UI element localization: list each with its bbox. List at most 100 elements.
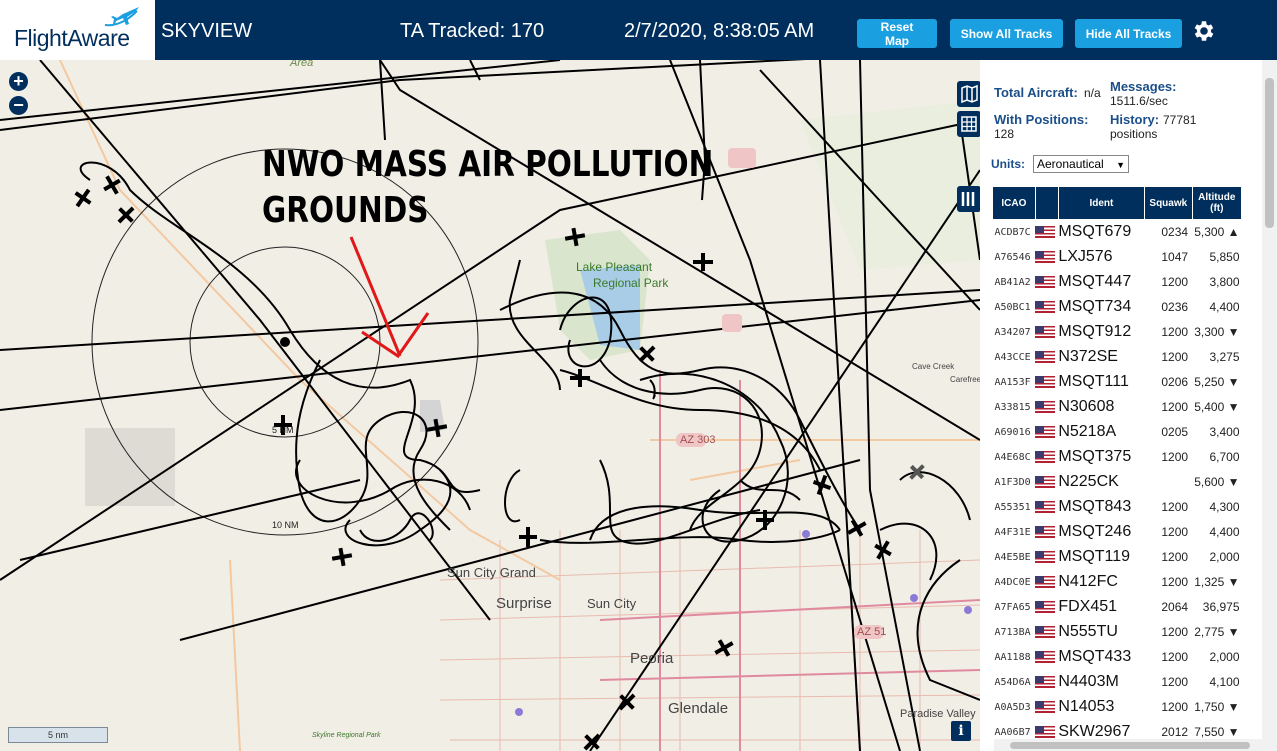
paradise-valley-label: Paradise Valley (900, 708, 976, 720)
grid-icon[interactable] (957, 111, 980, 137)
squawk-cell: 0206 (1144, 369, 1193, 395)
ident-cell: LXJ576 (1058, 244, 1145, 270)
ident-cell: N372SE (1058, 344, 1145, 370)
flag-icon (1035, 344, 1059, 370)
ident-cell: FDX451 (1058, 594, 1145, 620)
altitude-cell: 4,100 (1192, 669, 1242, 695)
altitude-cell: 5,400 ▼ (1192, 394, 1242, 420)
squawk-cell: 1200 (1144, 269, 1193, 295)
vertical-scrollbar[interactable] (1262, 60, 1277, 751)
col-squawk[interactable]: Squawk (1144, 186, 1193, 220)
table-row[interactable]: A4F31E MSQT246 1200 4,400 (992, 519, 1242, 545)
altitude-cell: 4,400 (1192, 294, 1242, 320)
surprise-label: Surprise (496, 595, 552, 612)
park-label: Regional Park (593, 276, 669, 290)
icao-cell: A55351 (992, 494, 1036, 520)
total-aircraft-label: Total Aircraft: (994, 85, 1078, 100)
table-row[interactable]: A1F3D0 N225CK 5,600 ▼ (992, 469, 1242, 495)
scroll-thumb[interactable] (1265, 78, 1274, 228)
table-row[interactable]: ACDB7C MSQT679 0234 5,300 ▲ (992, 219, 1242, 245)
squawk-cell: 1200 (1144, 644, 1193, 670)
icao-cell: AA1188 (992, 644, 1036, 670)
table-header-row: ICAO Ident Squawk Altitude (ft) (992, 186, 1243, 220)
scale-bar: 5 nm (8, 727, 108, 743)
col-ident[interactable]: Ident (1057, 186, 1146, 220)
lake-label: Lake Pleasant (576, 260, 653, 274)
az303-label: AZ 303 (680, 434, 716, 446)
table-row[interactable]: A0A5D3 N14053 1200 1,750 ▼ (992, 694, 1242, 720)
flag-icon (1035, 569, 1059, 595)
hscroll-thumb[interactable] (1010, 742, 1250, 749)
altitude-cell: 3,800 (1192, 269, 1242, 295)
zoom-out-button[interactable]: − (9, 96, 28, 115)
altitude-cell: 3,400 (1192, 419, 1242, 445)
reset-map-button[interactable]: Reset Map (857, 19, 937, 48)
altitude-cell: 6,700 (1192, 444, 1242, 470)
col-altitude[interactable]: Altitude (ft) (1191, 186, 1243, 220)
icao-cell: A33815 (992, 394, 1036, 420)
ident-cell: N30608 (1058, 394, 1145, 420)
table-row[interactable]: A713BA N555TU 1200 2,775 ▼ (992, 619, 1242, 645)
horizontal-scrollbar[interactable] (994, 739, 1262, 751)
hide-all-tracks-button[interactable]: Hide All Tracks (1075, 19, 1182, 48)
squawk-cell: 1200 (1144, 619, 1193, 645)
table-row[interactable]: A4E5BE MSQT119 1200 2,000 (992, 544, 1242, 570)
table-row[interactable]: A69016 N5218A 0205 3,400 (992, 419, 1242, 445)
ring-10nm-label: 10 NM (272, 520, 299, 530)
altitude-cell: 5,300 ▲ (1192, 219, 1242, 245)
units-label: Units: (991, 157, 1025, 171)
flag-icon (1035, 494, 1059, 520)
glendale-label: Glendale (668, 700, 729, 717)
table-row[interactable]: A33815 N30608 1200 5,400 ▼ (992, 394, 1242, 420)
carefree-label: Carefree (950, 375, 980, 384)
with-positions-value: 128 (994, 127, 1015, 141)
history-value: 77781 (1163, 113, 1197, 127)
ident-cell: N412FC (1058, 569, 1145, 595)
flag-icon (1035, 269, 1059, 295)
skyline-label: Skyline Regional Park (312, 732, 381, 739)
ident-cell: N14053 (1058, 694, 1145, 720)
table-row[interactable]: A43CCE N372SE 1200 3,275 (992, 344, 1242, 370)
icao-cell: A69016 (992, 419, 1036, 445)
flightaware-logo[interactable]: FlightAware (0, 0, 155, 60)
squawk-cell: 1200 (1144, 444, 1193, 470)
zoom-in-button[interactable]: + (9, 72, 28, 91)
cave-creek-label: Cave Creek (912, 362, 955, 371)
squawk-cell: 1200 (1144, 394, 1193, 420)
icao-cell: ACDB7C (992, 219, 1036, 245)
flag-icon (1035, 294, 1059, 320)
info-icon[interactable]: i (951, 721, 971, 741)
show-all-tracks-button[interactable]: Show All Tracks (950, 19, 1063, 48)
gear-icon[interactable] (1191, 18, 1217, 44)
table-row[interactable]: A4DC0E N412FC 1200 1,325 ▼ (992, 569, 1242, 595)
altitude-cell: 5,600 ▼ (1192, 469, 1242, 495)
table-row[interactable]: A7FA65 FDX451 2064 36,975 (992, 594, 1242, 620)
flag-icon (1035, 394, 1059, 420)
icao-cell: A0A5D3 (992, 694, 1036, 720)
table-row[interactable]: AA1188 MSQT433 1200 2,000 (992, 644, 1242, 670)
table-row[interactable]: A76546 LXJ576 1047 5,850 (992, 244, 1242, 270)
flag-icon (1035, 369, 1059, 395)
table-row[interactable]: A54D6A N4403M 1200 4,100 (992, 669, 1242, 695)
col-flag[interactable] (1034, 186, 1059, 220)
icao-cell: A713BA (992, 619, 1036, 645)
columns-icon[interactable] (957, 186, 980, 212)
map-view[interactable]: + − NWO MASS AIR POLLUTION GROUNDS Area … (0, 60, 980, 751)
flag-icon (1035, 244, 1059, 270)
table-row[interactable]: A4E68C MSQT375 1200 6,700 (992, 444, 1242, 470)
col-icao[interactable]: ICAO (992, 186, 1036, 220)
table-row[interactable]: A50BC1 MSQT734 0236 4,400 (992, 294, 1242, 320)
map-icon[interactable] (957, 81, 980, 107)
icao-cell: A4E5BE (992, 544, 1036, 570)
table-row[interactable]: A34207 MSQT912 1200 3,300 ▼ (992, 319, 1242, 345)
icao-cell: A34207 (992, 319, 1036, 345)
units-select[interactable]: Aeronautical (1033, 155, 1129, 173)
overlay-caption-line2: GROUNDS (262, 190, 429, 231)
flag-icon (1035, 444, 1059, 470)
ident-cell: MSQT843 (1058, 494, 1145, 520)
table-row[interactable]: A55351 MSQT843 1200 4,300 (992, 494, 1242, 520)
table-row[interactable]: AA153F MSQT111 0206 5,250 ▼ (992, 369, 1242, 395)
table-row[interactable]: AB41A2 MSQT447 1200 3,800 (992, 269, 1242, 295)
units-value: Aeronautical (1037, 157, 1104, 171)
plane-logo-icon (104, 7, 139, 27)
